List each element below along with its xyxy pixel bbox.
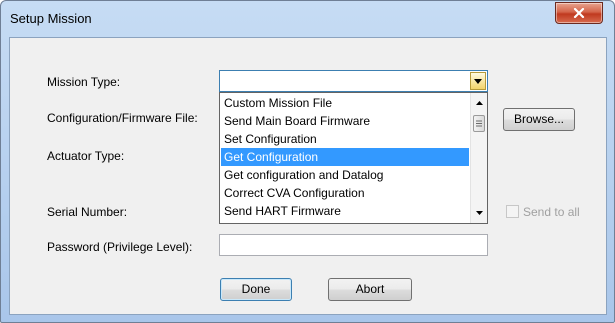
chevron-down-icon <box>474 78 482 84</box>
scroll-up-arrow-icon <box>475 101 483 105</box>
dropdown-item-set-configuration[interactable]: Set Configuration <box>221 130 469 148</box>
dropdown-item-send-main-board-firmware[interactable]: Send Main Board Firmware <box>221 112 469 130</box>
close-button[interactable] <box>555 2 603 24</box>
dropdown-scrollbar[interactable] <box>470 93 487 223</box>
actuator-type-label: Actuator Type: <box>47 149 125 163</box>
abort-button[interactable]: Abort <box>328 278 412 301</box>
send-to-all-label: Send to all <box>523 205 580 219</box>
mission-type-label: Mission Type: <box>47 75 121 89</box>
close-x-icon <box>573 8 585 18</box>
send-to-all-checkbox[interactable] <box>506 205 519 218</box>
mission-type-combobox[interactable] <box>219 70 488 92</box>
dropdown-item-get-configuration[interactable]: Get Configuration <box>221 148 469 166</box>
scroll-down-arrow-icon <box>475 211 483 215</box>
password-input[interactable] <box>219 234 488 256</box>
window-title: Setup Mission <box>10 11 92 26</box>
setup-mission-dialog: Setup Mission Mission Type: Configuratio… <box>0 0 615 323</box>
scroll-up-button[interactable] <box>471 95 487 111</box>
serial-number-label: Serial Number: <box>47 205 128 219</box>
dropdown-item-custom-mission-file[interactable]: Custom Mission File <box>221 94 469 112</box>
dropdown-item-send-hart-firmware[interactable]: Send HART Firmware <box>221 202 469 220</box>
combobox-dropdown-button[interactable] <box>470 72 486 90</box>
mission-type-dropdown-list[interactable]: Custom Mission File Send Main Board Firm… <box>219 92 488 224</box>
config-file-label: Configuration/Firmware File: <box>47 111 198 125</box>
browse-button[interactable]: Browse... <box>503 108 575 131</box>
password-label: Password (Privilege Level): <box>47 240 193 254</box>
dropdown-item-get-configuration-and-datalog[interactable]: Get configuration and Datalog <box>221 166 469 184</box>
scroll-down-button[interactable] <box>471 205 487 221</box>
done-button[interactable]: Done <box>220 278 292 301</box>
grip-icon <box>476 120 482 127</box>
dialog-body: Mission Type: Configuration/Firmware Fil… <box>9 37 607 315</box>
dropdown-item-correct-cva-configuration[interactable]: Correct CVA Configuration <box>221 184 469 202</box>
title-bar: Setup Mission <box>1 1 614 37</box>
scroll-thumb[interactable] <box>473 115 485 132</box>
